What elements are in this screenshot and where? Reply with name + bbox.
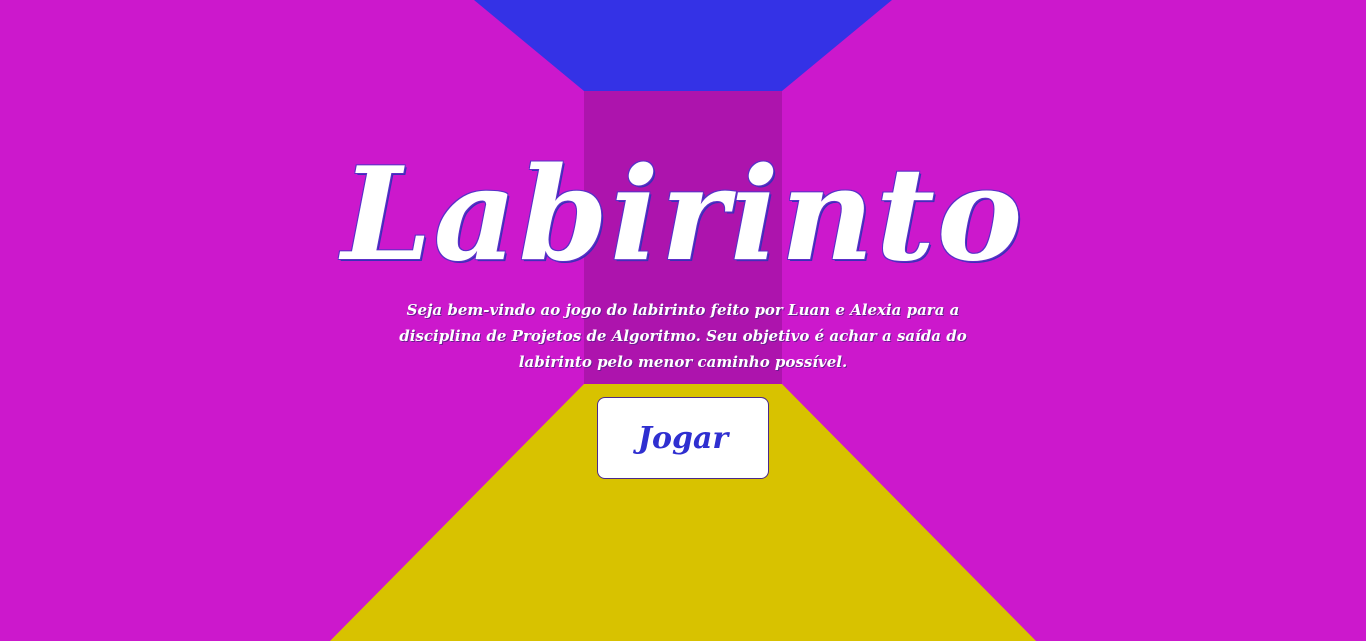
- play-button[interactable]: Jogar: [597, 397, 769, 479]
- game-title: Labirinto: [341, 140, 1025, 290]
- intro-text: Seja bem-vindo ao jogo do labirinto feit…: [399, 301, 967, 371]
